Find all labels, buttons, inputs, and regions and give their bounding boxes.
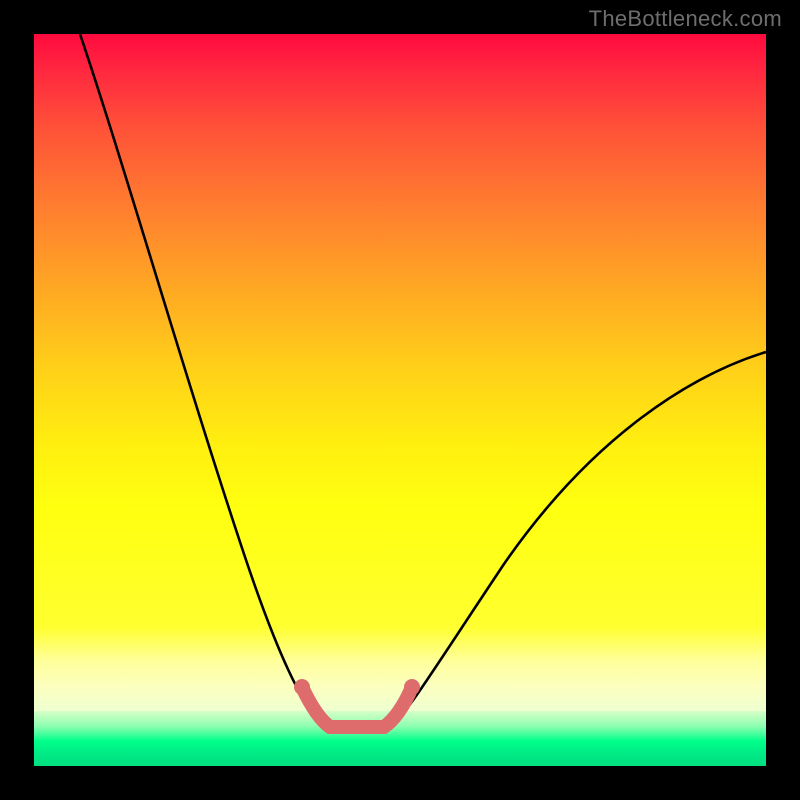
bottleneck-curve-left-path <box>80 34 330 728</box>
optimal-zone-endcaps <box>294 679 420 695</box>
bottleneck-curve-right-path <box>384 352 766 728</box>
chart-curve-layer <box>34 34 766 766</box>
watermark-text: TheBottleneck.com <box>589 6 782 32</box>
optimal-zone-marker <box>302 687 412 727</box>
chart-plot-area <box>34 34 766 766</box>
